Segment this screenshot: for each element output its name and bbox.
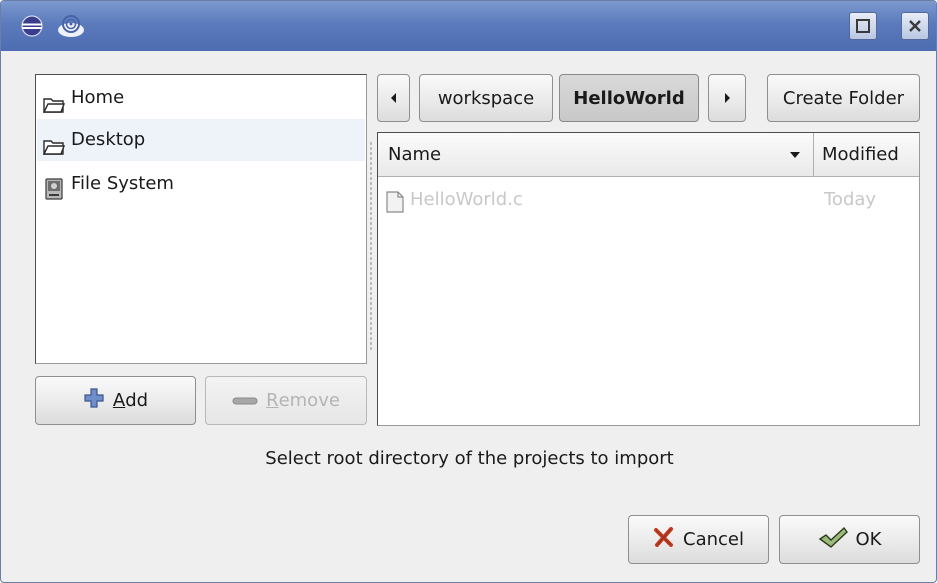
- sidebar-item-file-system[interactable]: File System: [37, 163, 365, 205]
- add-label-rest: dd: [125, 390, 149, 411]
- sidebar-item-home[interactable]: Home: [37, 77, 365, 119]
- minus-icon: [232, 390, 258, 411]
- column-header-label: Modified: [822, 144, 899, 165]
- sidebar-item-label: Desktop: [71, 129, 146, 150]
- title-bar[interactable]: [1, 1, 936, 51]
- maximize-button[interactable]: [849, 12, 877, 40]
- close-icon: [909, 20, 921, 32]
- table-row[interactable]: HelloWorld.c Today: [384, 189, 914, 213]
- arrow-left-icon: [390, 93, 396, 103]
- path-segment-workspace[interactable]: workspace: [419, 74, 553, 122]
- create-folder-button[interactable]: Create Folder: [767, 74, 920, 122]
- file-modified: Today: [824, 189, 877, 210]
- remove-button: Remove: [205, 376, 367, 425]
- ok-label: OK: [855, 529, 882, 550]
- path-segment-label: HelloWorld: [573, 87, 685, 109]
- column-header-label: Name: [388, 144, 442, 165]
- cancel-x-icon: [653, 526, 675, 553]
- pane-splitter[interactable]: [369, 141, 373, 351]
- file-list: Name Modified HelloWorld.c Today: [377, 132, 920, 426]
- instruction-text: Select root directory of the projects to…: [265, 448, 674, 469]
- sidebar-item-desktop[interactable]: Desktop: [37, 119, 365, 161]
- arrow-right-icon: [725, 93, 730, 103]
- add-button[interactable]: Add: [35, 376, 196, 425]
- column-header-modified[interactable]: Modified: [814, 133, 919, 177]
- remove-label-rest: emove: [278, 390, 340, 411]
- path-segment-label: workspace: [437, 87, 535, 109]
- maximize-icon: [856, 19, 870, 33]
- sidebar-item-label: File System: [71, 173, 174, 194]
- remove-mnemonic: R: [266, 390, 279, 411]
- path-back-button[interactable]: [377, 74, 410, 122]
- ok-check-icon: [818, 525, 848, 554]
- cancel-button[interactable]: Cancel: [628, 515, 769, 564]
- drive-icon: [43, 174, 65, 216]
- ok-button[interactable]: OK: [779, 515, 920, 564]
- file-icon: [386, 191, 404, 218]
- file-chooser-dialog: Home Desktop File System A dd R emove wo…: [0, 0, 937, 583]
- path-forward-button[interactable]: [708, 74, 746, 122]
- create-folder-label: Create Folder: [782, 87, 905, 109]
- column-header-name[interactable]: Name: [378, 133, 814, 177]
- sidebar-item-label: Home: [71, 87, 125, 108]
- places-panel: Home Desktop File System: [35, 74, 367, 364]
- eclipse-icon: [19, 13, 45, 39]
- spiral-icon[interactable]: [56, 13, 84, 39]
- sort-down-icon: [789, 133, 801, 177]
- close-button[interactable]: [901, 12, 929, 40]
- file-name: HelloWorld.c: [410, 189, 523, 210]
- path-segment-helloworld[interactable]: HelloWorld: [559, 74, 699, 122]
- plus-icon: [83, 387, 105, 414]
- cancel-label: Cancel: [683, 529, 744, 550]
- add-mnemonic: A: [112, 390, 126, 411]
